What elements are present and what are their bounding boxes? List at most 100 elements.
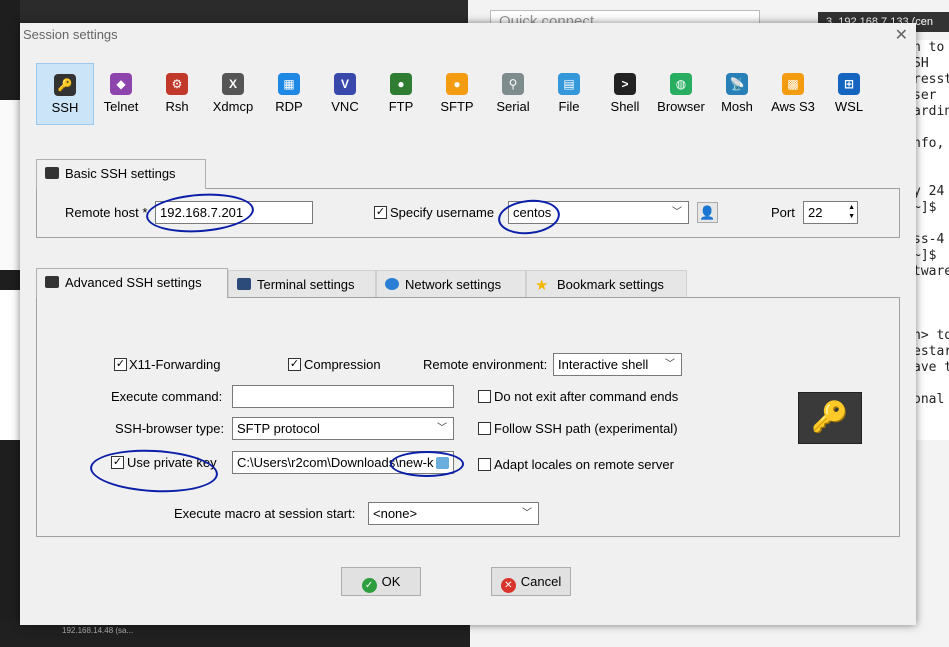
session-type-label: Aws S3 xyxy=(771,99,815,114)
specify-username-checkbox[interactable]: ✓ xyxy=(374,206,387,219)
session-type-xdmcp[interactable]: X Xdmcp xyxy=(204,63,262,125)
key-icon xyxy=(45,167,59,179)
xdmcp-icon: X xyxy=(222,73,244,95)
session-type-rdp[interactable]: ▦ RDP xyxy=(260,63,318,125)
ssh-key-large-icon: 🔑 xyxy=(798,392,862,444)
compression-label: Compression xyxy=(304,357,381,372)
session-type-label: File xyxy=(558,99,580,114)
advanced-ssh-group: ✓ X11-Forwarding ✓ Compression Remote en… xyxy=(36,297,900,537)
chevron-down-icon: ﹀ xyxy=(672,207,682,218)
session-type-wsl[interactable]: ⊞ WSL xyxy=(820,63,878,125)
remote-environment-label: Remote environment: xyxy=(423,357,548,372)
terminal-line: ser xyxy=(913,88,937,103)
session-type-file[interactable]: ▤ File xyxy=(540,63,598,125)
ssh-browser-type-value: SFTP protocol xyxy=(237,421,320,436)
remote-environment-select[interactable]: Interactive shell ﹀ xyxy=(553,353,682,376)
port-input[interactable]: 22 ▲ ▼ xyxy=(803,201,858,224)
session-type-label: RDP xyxy=(275,99,303,114)
terminal-line: y 24 xyxy=(913,184,945,199)
terminal-line: estar xyxy=(913,344,949,359)
session-type-aws-s3[interactable]: ▩ Aws S3 xyxy=(764,63,822,125)
session-type-serial[interactable]: ⚲ Serial xyxy=(484,63,542,125)
user-manager-icon[interactable]: 👤 xyxy=(697,202,718,223)
session-type-label: VNC xyxy=(331,99,359,114)
terminal-line: SH xyxy=(913,56,929,71)
taskbar-item[interactable]: 192.168.14.48 (sa... xyxy=(62,626,133,635)
terminal-line: nfo, xyxy=(913,136,945,151)
ssh-browser-type-select[interactable]: SFTP protocol ﹀ xyxy=(232,417,454,440)
session-type-ftp[interactable]: ● FTP xyxy=(372,63,430,125)
ssh-key-icon: 🔑 xyxy=(54,74,76,96)
telnet-icon: ◆ xyxy=(110,73,132,95)
mosh-icon: 📡 xyxy=(726,73,748,95)
session-type-ssh[interactable]: 🔑 SSH xyxy=(36,63,94,125)
x11-forwarding-checkbox[interactable]: ✓ xyxy=(114,358,127,371)
execute-macro-value: <none> xyxy=(373,506,418,521)
terminal-line: n to xyxy=(913,40,945,55)
session-type-label: FTP xyxy=(388,99,414,114)
terminal-icon xyxy=(237,278,251,290)
terminal-line: tware xyxy=(913,264,949,279)
vnc-icon: V xyxy=(334,73,356,95)
chevron-down-icon: ﹀ xyxy=(665,359,675,370)
tab-advanced-ssh-settings[interactable]: Advanced SSH settings xyxy=(36,268,228,298)
rdp-icon: ▦ xyxy=(278,73,300,95)
tab-label: Advanced SSH settings xyxy=(65,275,202,290)
execute-command-input[interactable] xyxy=(232,385,454,408)
browser-icon: ◍ xyxy=(670,73,692,95)
follow-ssh-path-checkbox[interactable] xyxy=(478,422,491,435)
aws-s3-icon: ▩ xyxy=(782,73,804,95)
dialog-title: Session settings xyxy=(23,27,118,42)
session-type-sftp[interactable]: ● SFTP xyxy=(428,63,486,125)
serial-icon: ⚲ xyxy=(502,73,524,95)
rsh-icon: ⚙ xyxy=(166,73,188,95)
background-terminal: n to SH resst ser ardin nfo, y 24 ~]$ ss-4 ~]$… xyxy=(913,40,949,440)
tab-label: Terminal settings xyxy=(257,277,355,292)
close-icon[interactable]: ✕ xyxy=(895,25,908,45)
ssh-browser-type-label: SSH-browser type: xyxy=(115,421,225,436)
tab-basic-ssh-settings[interactable]: Basic SSH settings xyxy=(36,159,206,189)
star-icon: ★ xyxy=(535,277,549,294)
ok-button[interactable]: ✓ OK xyxy=(341,567,421,596)
adapt-locales-checkbox[interactable] xyxy=(478,458,491,471)
terminal-line: ~]$ xyxy=(913,200,937,215)
tab-network-settings[interactable]: Network settings xyxy=(376,270,526,298)
chevron-down-icon: ﹀ xyxy=(437,423,447,434)
tab-label: Bookmark settings xyxy=(557,277,664,292)
wsl-icon: ⊞ xyxy=(838,73,860,95)
terminal-line: ss-4 xyxy=(913,232,945,247)
port-label: Port xyxy=(771,205,795,220)
session-type-shell[interactable]: > Shell xyxy=(596,63,654,125)
terminal-line: ~]$ xyxy=(913,248,937,263)
session-type-vnc[interactable]: V VNC xyxy=(316,63,374,125)
session-type-label: Telnet xyxy=(103,99,139,114)
tab-label: Basic SSH settings xyxy=(65,166,176,181)
checkmark-icon: ✓ xyxy=(361,578,377,593)
session-type-rsh[interactable]: ⚙ Rsh xyxy=(148,63,206,125)
port-spinner-icon[interactable]: ▲ ▼ xyxy=(848,203,855,221)
execute-macro-select[interactable]: <none> ﹀ xyxy=(368,502,539,525)
tab-bookmark-settings[interactable]: ★ Bookmark settings xyxy=(526,270,687,298)
background-left-panel xyxy=(0,100,20,270)
session-type-label: SFTP xyxy=(440,99,474,114)
session-type-mosh[interactable]: 📡 Mosh xyxy=(708,63,766,125)
no-exit-checkbox[interactable] xyxy=(478,390,491,403)
session-type-label: SSH xyxy=(51,100,79,115)
chevron-down-icon: ﹀ xyxy=(522,508,532,519)
background-left-panel-2 xyxy=(0,290,20,440)
tab-terminal-settings[interactable]: Terminal settings xyxy=(228,270,376,298)
ok-label: OK xyxy=(381,574,401,589)
session-type-browser[interactable]: ◍ Browser xyxy=(652,63,710,125)
annotation-circle-key-file xyxy=(390,451,464,477)
cancel-button[interactable]: ✕ Cancel xyxy=(491,567,571,596)
session-type-telnet[interactable]: ◆ Telnet xyxy=(92,63,150,125)
compression-checkbox[interactable]: ✓ xyxy=(288,358,301,371)
session-type-label: Serial xyxy=(496,99,530,114)
x11-forwarding-label: X11-Forwarding xyxy=(129,357,221,372)
